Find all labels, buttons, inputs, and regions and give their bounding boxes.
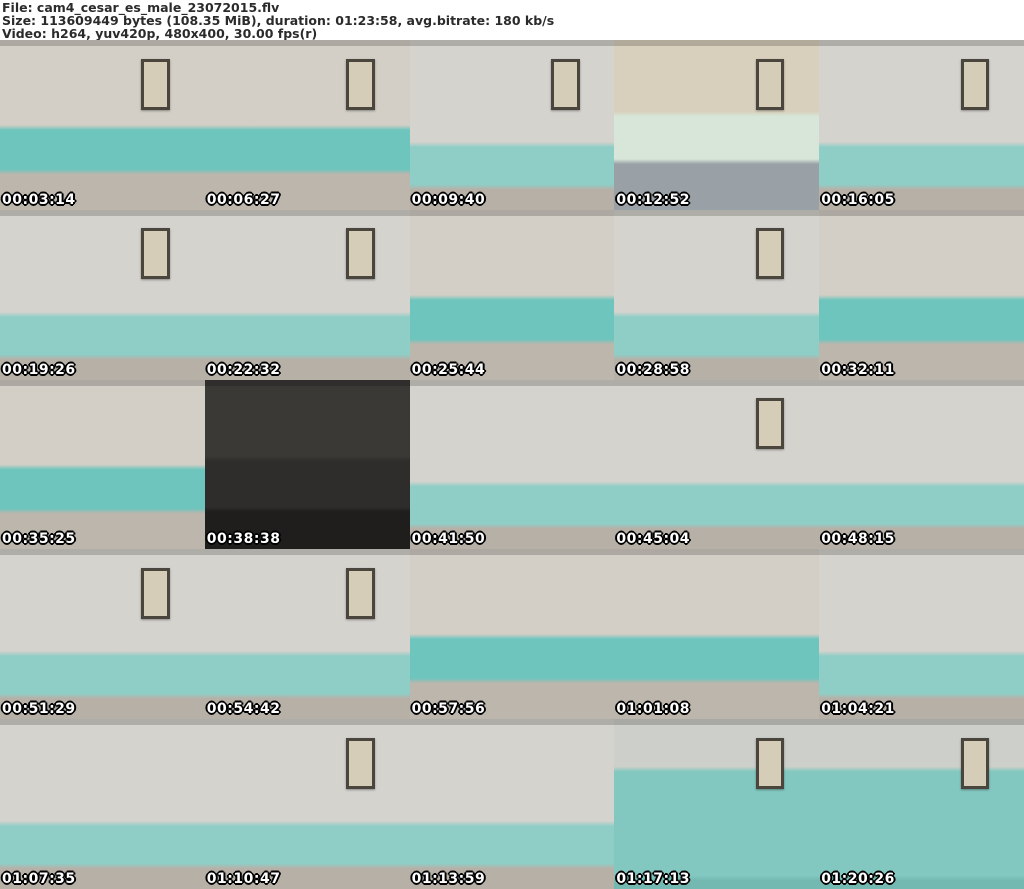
timestamp-overlay: 00:54:42 <box>206 701 281 718</box>
video-thumbnail: 00:09:40 <box>409 40 615 210</box>
timestamp-overlay: 00:16:05 <box>821 191 895 208</box>
video-thumbnail: 00:28:58 <box>614 209 820 380</box>
video-thumbnail: 00:57:56 <box>409 549 615 720</box>
video-thumbnail: 00:03:14 <box>0 40 205 210</box>
video-thumbnail: 00:16:05 <box>819 40 1024 210</box>
video-codec-line: Video: h264, yuv420p, 480x400, 30.00 fps… <box>2 26 318 41</box>
picture-frame-decoration <box>346 737 375 789</box>
video-thumbnail: 00:48:15 <box>819 379 1024 550</box>
timestamp-overlay: 01:20:26 <box>821 871 895 887</box>
video-thumbnail: 01:20:26 <box>819 719 1024 889</box>
timestamp-overlay: 00:03:14 <box>2 191 76 208</box>
timestamp-overlay: 00:38:38 <box>206 531 281 548</box>
picture-frame-decoration <box>141 58 170 110</box>
timestamp-overlay: 01:01:08 <box>616 701 691 718</box>
timestamp-overlay: 00:22:32 <box>206 361 281 378</box>
video-thumbnail: 00:25:44 <box>409 209 615 380</box>
video-thumbnail: 01:10:47 <box>204 719 410 889</box>
timestamp-overlay: 00:32:11 <box>821 361 895 378</box>
timestamp-overlay: 00:45:04 <box>616 531 691 548</box>
video-thumbnail: 01:07:35 <box>0 719 205 889</box>
timestamp-overlay: 01:13:59 <box>411 871 486 887</box>
picture-frame-decoration <box>550 58 580 110</box>
metadata-header: File: cam4_cesar_es_male_23072015.flv Si… <box>0 0 1024 40</box>
timestamp-overlay: 00:57:56 <box>411 701 486 718</box>
timestamp-overlay: 00:48:15 <box>821 531 895 548</box>
picture-frame-decoration <box>755 58 785 110</box>
video-thumbnail: 00:45:04 <box>614 379 820 550</box>
video-thumbnail: 00:54:42 <box>204 549 410 720</box>
timestamp-overlay: 01:17:13 <box>616 871 691 887</box>
video-thumbnail: 01:04:21 <box>819 549 1024 720</box>
video-contact-sheet: File: cam4_cesar_es_male_23072015.flv Si… <box>0 0 1024 889</box>
timestamp-overlay: 00:19:26 <box>2 361 76 378</box>
video-thumbnail: 00:19:26 <box>0 209 205 380</box>
picture-frame-decoration <box>755 228 785 280</box>
picture-frame-decoration <box>960 58 990 110</box>
picture-frame-decoration <box>346 228 375 280</box>
video-thumbnail: 00:38:38 <box>204 379 410 550</box>
picture-frame-decoration <box>141 568 170 619</box>
video-thumbnail: 00:41:50 <box>409 379 615 550</box>
timestamp-overlay: 00:35:25 <box>2 531 76 548</box>
video-thumbnail: 00:22:32 <box>204 209 410 380</box>
video-thumbnail: 00:32:11 <box>819 209 1024 380</box>
picture-frame-decoration <box>755 737 785 789</box>
picture-frame-decoration <box>346 58 375 110</box>
video-thumbnail: 01:13:59 <box>409 719 615 889</box>
picture-frame-decoration <box>960 737 990 789</box>
timestamp-overlay: 01:07:35 <box>2 871 76 887</box>
video-thumbnail: 01:01:08 <box>614 549 820 720</box>
picture-frame-decoration <box>755 398 785 450</box>
timestamp-overlay: 00:12:52 <box>616 191 691 208</box>
thumbnail-grid: 00:03:14 00:06:27 00:09:40 00:12:52 00:1… <box>0 40 1024 889</box>
timestamp-overlay: 00:28:58 <box>616 361 691 378</box>
video-thumbnail: 00:51:29 <box>0 549 205 720</box>
timestamp-overlay: 00:06:27 <box>206 191 281 208</box>
timestamp-overlay: 01:10:47 <box>206 871 281 887</box>
timestamp-overlay: 01:04:21 <box>821 701 895 718</box>
timestamp-overlay: 00:51:29 <box>2 701 76 718</box>
video-thumbnail: 00:06:27 <box>204 40 410 210</box>
picture-frame-decoration <box>346 568 375 619</box>
timestamp-overlay: 00:25:44 <box>411 361 486 378</box>
timestamp-overlay: 00:41:50 <box>411 531 486 548</box>
timestamp-overlay: 00:09:40 <box>411 191 486 208</box>
video-thumbnail: 01:17:13 <box>614 719 820 889</box>
video-thumbnail: 00:12:52 <box>614 40 820 210</box>
picture-frame-decoration <box>141 228 170 280</box>
video-thumbnail: 00:35:25 <box>0 379 205 550</box>
